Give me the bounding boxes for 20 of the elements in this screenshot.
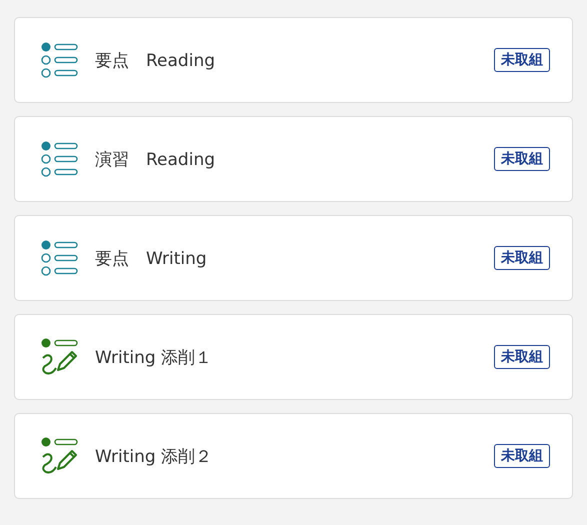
list-icon (40, 238, 80, 278)
pen-icon (40, 436, 80, 476)
lesson-title: Writing 添削１ (95, 346, 214, 368)
lesson-card[interactable]: 演習 Reading 未取組 (14, 116, 573, 202)
lesson-title: Writing 添削２ (95, 446, 214, 468)
lesson-card[interactable]: 要点 Writing 未取組 (14, 215, 573, 301)
lesson-title: 要点 Writing (95, 248, 208, 270)
lesson-title: 要点 Reading (95, 50, 216, 72)
lesson-card[interactable]: Writing 添削２ 未取組 (14, 413, 573, 499)
list-icon (40, 139, 80, 179)
status-badge: 未取組 (494, 147, 550, 171)
status-badge: 未取組 (494, 48, 550, 72)
lesson-card[interactable]: 要点 Reading 未取組 (14, 17, 573, 103)
list-icon (40, 40, 80, 80)
pen-icon (40, 337, 80, 377)
status-badge: 未取組 (494, 444, 550, 468)
status-badge: 未取組 (494, 345, 550, 369)
lesson-card[interactable]: Writing 添削１ 未取組 (14, 314, 573, 400)
status-badge: 未取組 (494, 246, 550, 270)
lesson-title: 演習 Reading (95, 148, 216, 170)
